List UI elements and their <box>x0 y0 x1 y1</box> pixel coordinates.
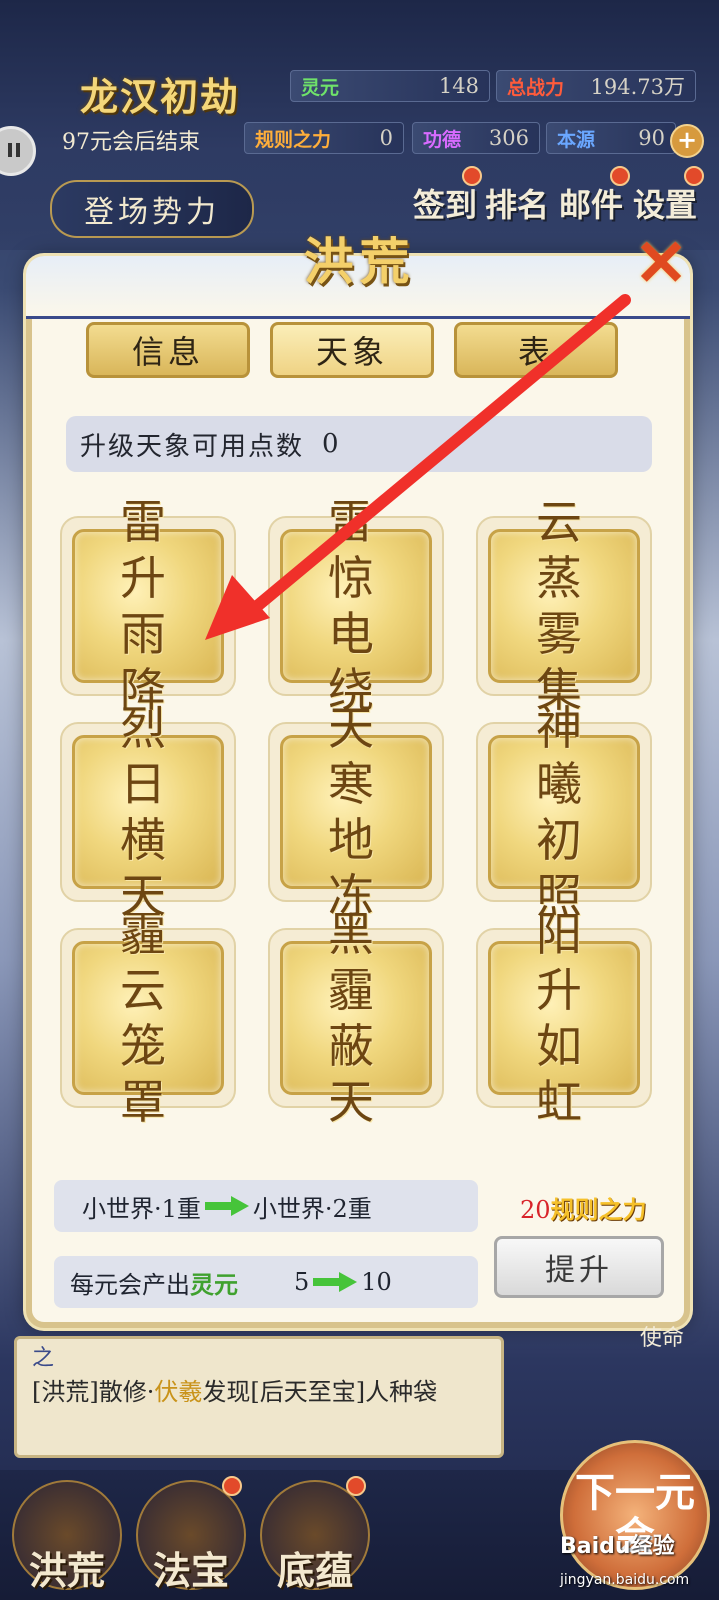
world-title: 龙汉初劫 <box>80 74 241 119</box>
level-from: 小世界·1重 <box>82 1194 201 1223</box>
skill-label: 神曦初照 <box>536 701 592 923</box>
stat-value: 0 <box>379 126 393 150</box>
log-entry: [洪荒]散修·伏羲发现[后天至宝]人种袋 <box>32 1376 492 1408</box>
close-x-icon[interactable]: ✕ <box>626 232 696 302</box>
skill-tile[interactable]: 雷升雨降 <box>60 495 236 717</box>
nav-fabao-label: 法宝 <box>152 1548 229 1593</box>
output-from: 5 <box>294 1268 310 1296</box>
stat-label: 本源 <box>557 128 596 151</box>
stat-label: 功德 <box>423 128 462 151</box>
tab-table[interactable]: 表 <box>454 322 618 378</box>
skill-tile[interactable]: 雷惊电绕 <box>268 495 444 717</box>
stat-value: 306 <box>488 126 529 150</box>
skill-label: 阳升如虹 <box>536 907 592 1129</box>
skill-tile[interactable]: 黑霾蔽天 <box>268 907 444 1129</box>
log-highlight: 伏羲 <box>154 1378 203 1406</box>
skill-tile[interactable]: 阳升如虹 <box>476 907 652 1129</box>
stat-lingyuan: 灵元 148 <box>290 70 490 102</box>
panel-title: 洪荒 <box>303 232 416 291</box>
skill-tile[interactable]: 烈日横天 <box>60 701 236 923</box>
notification-dot <box>346 1476 366 1496</box>
tab-info[interactable]: 信息 <box>86 322 250 378</box>
skill-tile[interactable]: 云蒸雾集 <box>476 495 652 717</box>
notification-dot <box>684 166 704 186</box>
stat-label: 总战力 <box>507 76 565 99</box>
nav-honghuang-label: 洪荒 <box>28 1548 105 1593</box>
skill-label: 黑霾蔽天 <box>328 907 384 1129</box>
points-value: 0 <box>322 429 341 459</box>
skill-label: 烈日横天 <box>120 701 176 923</box>
stat-value: 90 <box>638 126 665 150</box>
upgrade-points-bar: 升级天象可用点数 0 <box>66 416 652 472</box>
log-suffix: 发现[后天至宝]人种袋 <box>202 1378 438 1406</box>
green-arrow-icon <box>204 1196 249 1216</box>
upgrade-button[interactable]: 提升 <box>494 1236 664 1298</box>
output-to: 10 <box>361 1268 392 1296</box>
upgrade-cost: 20规则之力 <box>520 1190 647 1225</box>
next-era-button[interactable]: 下一元会 <box>560 1440 710 1590</box>
cost-amount: 20 <box>520 1196 551 1224</box>
world-end-countdown: 97元会后结束 <box>62 130 200 155</box>
log-fragment: 之 <box>32 1346 55 1371</box>
stat-value: 148 <box>438 74 479 98</box>
skill-tile[interactable]: 神曦初照 <box>476 701 652 923</box>
notification-dot <box>462 166 482 186</box>
skill-label: 雷升雨降 <box>120 495 176 717</box>
nav-diyun-label: 底蕴 <box>276 1548 353 1593</box>
log-prefix: [洪荒]散修· <box>32 1378 155 1406</box>
tab-celestial[interactable]: 天象 <box>270 322 434 378</box>
skill-label: 天寒地冻 <box>328 701 384 923</box>
skill-tile[interactable]: 天寒地冻 <box>268 701 444 923</box>
stat-value: 194.73万 <box>590 75 685 99</box>
stat-total-power: 总战力 194.73万 <box>496 70 696 102</box>
notification-dot <box>610 166 630 186</box>
skill-label: 云蒸雾集 <box>536 495 592 717</box>
notification-dot <box>222 1476 242 1496</box>
skill-label: 雷惊电绕 <box>328 495 384 717</box>
plus-icon[interactable]: + <box>670 124 704 158</box>
mission-button[interactable]: 使命 <box>640 1320 690 1360</box>
watermark-brand: Baidu经验 <box>560 1534 675 1559</box>
output-prefix: 每元会产出 <box>70 1270 190 1299</box>
output-resource: 灵元 <box>190 1269 238 1299</box>
skill-label: 霾云笼罩 <box>120 907 176 1129</box>
stat-merit: 功德 306 <box>412 122 540 154</box>
stat-rule-power: 规则之力 0 <box>244 122 404 154</box>
skill-tile[interactable]: 霾云笼罩 <box>60 907 236 1129</box>
green-arrow-icon <box>313 1272 358 1292</box>
stat-origin: 本源 90 <box>546 122 676 154</box>
cost-resource: 规则之力 <box>550 1195 647 1224</box>
level-to: 小世界·2重 <box>252 1194 372 1223</box>
world-level-row: 小世界·1重 小世界·2重 <box>54 1180 478 1232</box>
points-label: 升级天象可用点数 <box>80 431 305 462</box>
stat-label: 规则之力 <box>255 128 332 151</box>
watermark-url: jingyan.baidu.com <box>560 1572 690 1588</box>
output-row: 每元会产出 灵元 5 10 <box>54 1256 478 1308</box>
stat-label: 灵元 <box>301 76 340 99</box>
